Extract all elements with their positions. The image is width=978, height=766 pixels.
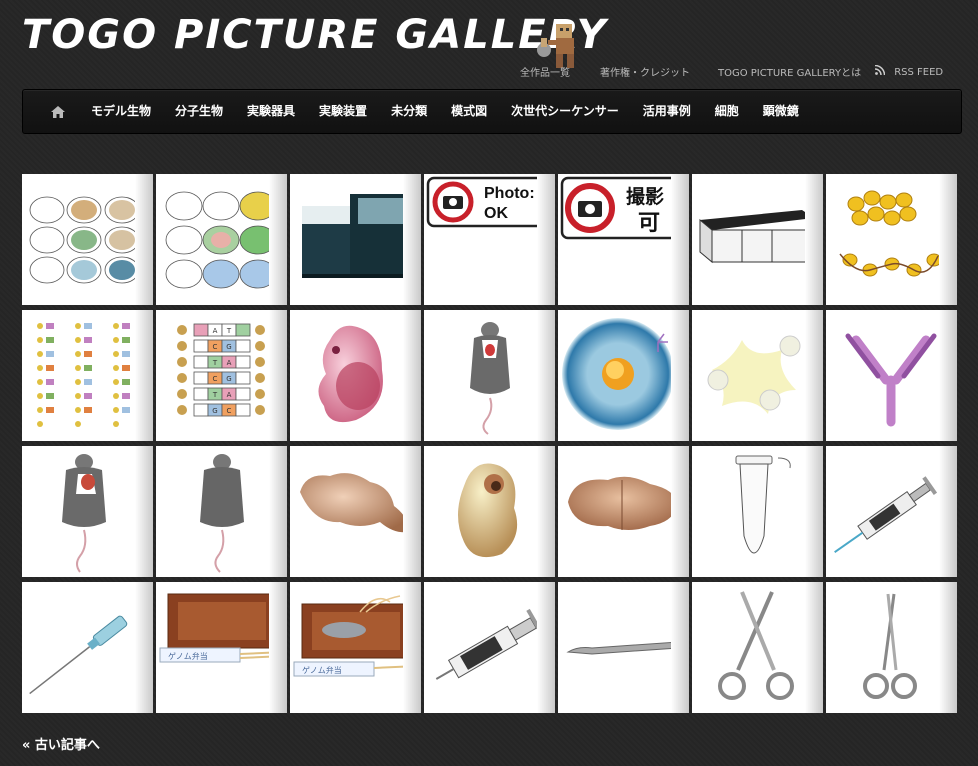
- main-nav: モデル生物 分子生物 実験器具 実験装置 未分類 模式図 次世代シーケンサー 活…: [22, 89, 962, 134]
- base-label: G: [226, 375, 231, 383]
- photo-allowed-sign-image: 撮影 可: [560, 176, 688, 240]
- link-copyright-credit[interactable]: 著作権・クレジット: [600, 64, 718, 79]
- photo-allowed-line2: 可: [638, 211, 660, 236]
- rss-feed-label: RSS FEED: [894, 66, 944, 78]
- older-posts-link[interactable]: « 古い記事へ: [22, 734, 100, 753]
- nucleosome-beads-image: [839, 190, 942, 277]
- link-rss-feed[interactable]: RSS FEED: [875, 64, 944, 78]
- sequencer-machine-image: [302, 194, 412, 278]
- thumbnail-injection-needle[interactable]: [22, 582, 153, 713]
- scissors-straight-image: [863, 593, 917, 699]
- base-label: A: [213, 327, 218, 335]
- chick-embryo-image: [458, 463, 518, 558]
- thumbnail-mouse-embryo[interactable]: [290, 310, 421, 441]
- thumbnail-antibody[interactable]: [826, 310, 957, 441]
- injection-needle-image: [29, 615, 128, 695]
- rss-icon: [875, 64, 885, 75]
- thumbnail-chick-embryo[interactable]: [424, 446, 555, 577]
- base-label: C: [213, 343, 218, 351]
- mouse-top-view-image: [200, 454, 244, 573]
- top-links: 全作品一覧 著作権・クレジット TOGO PICTURE GALLERYとは R…: [520, 64, 944, 79]
- photo-ok-line2: OK: [484, 205, 508, 222]
- nav-home[interactable]: [37, 89, 79, 134]
- photo-ok-sign-image: Photo: OK: [426, 176, 554, 228]
- nav-item-molecular-biology[interactable]: 分子生物: [163, 89, 235, 134]
- bento-box-fish-image: ゲノム弁当: [293, 595, 419, 677]
- thumbnail-brain-side-view[interactable]: [290, 446, 421, 577]
- scissors-curved-image: [718, 591, 794, 700]
- microtube-image: [735, 455, 791, 554]
- thumbnail-nucleosome-beads[interactable]: [826, 174, 957, 305]
- thumbnail-brain-sections-colored[interactable]: [156, 174, 287, 305]
- mouse-embryo-image: [318, 325, 383, 423]
- brain-side-view-image: [300, 473, 409, 533]
- lab-bench-image: [699, 210, 815, 264]
- thumbnail-bento-box-fish[interactable]: ゲノム弁当: [290, 582, 421, 713]
- base-label: A: [227, 359, 232, 367]
- oocyte-cell-image: [562, 318, 674, 430]
- dna-base-pairs-image: AT CG TA CG TA GC: [177, 323, 265, 417]
- base-label: G: [226, 343, 231, 351]
- base-label: C: [227, 407, 232, 415]
- dissected-mouse-open-image: [62, 454, 106, 573]
- brain-sections-outline-image: [29, 196, 140, 284]
- brain-top-view-image: [568, 476, 677, 530]
- base-label: T: [212, 391, 218, 399]
- home-icon: [51, 105, 65, 118]
- nav-item-use-cases[interactable]: 活用事例: [631, 89, 703, 134]
- bento-label: ゲノム弁当: [168, 651, 208, 661]
- photo-allowed-line1: 撮影: [626, 186, 664, 208]
- thumbnail-syringe-large[interactable]: [424, 582, 555, 713]
- thumbnail-dna-base-pairs[interactable]: AT CG TA CG TA GC: [156, 310, 287, 441]
- syringe-with-needle-image: [834, 476, 938, 553]
- neuron-cells-image: [707, 335, 801, 414]
- thumbnail-bento-box-empty[interactable]: ゲノム弁当: [156, 582, 287, 713]
- photo-ok-line1: Photo:: [484, 185, 535, 202]
- nav-item-lab-instruments[interactable]: 実験器具: [235, 89, 307, 134]
- bento-label: ゲノム弁当: [302, 665, 342, 675]
- nav-item-lab-equipment[interactable]: 実験装置: [307, 89, 379, 134]
- nav-item-cells[interactable]: 細胞: [703, 89, 751, 134]
- gallery-grid: Photo: OK 撮影 可 A T C G T A C G T A G C ゲ…: [22, 174, 957, 713]
- nav-item-microscope[interactable]: 顕微鏡: [751, 89, 811, 134]
- thumbnail-syringe-with-needle[interactable]: [826, 446, 957, 577]
- thumbnail-dissected-mouse[interactable]: [424, 310, 555, 441]
- dissected-mouse-image: [470, 322, 510, 435]
- thumbnail-photo-ok-sign[interactable]: Photo: OK: [424, 174, 555, 305]
- thumbnail-photo-allowed-sign[interactable]: 撮影 可: [558, 174, 689, 305]
- syringe-large-image: [435, 608, 544, 680]
- thumbnail-brain-sections-outline[interactable]: [22, 174, 153, 305]
- base-label: G: [212, 407, 217, 415]
- antibody-image: [845, 333, 937, 427]
- thumbnail-dissected-mouse-open[interactable]: [22, 446, 153, 577]
- nav-item-next-gen-sequencer[interactable]: 次世代シーケンサー: [499, 89, 631, 134]
- nav-item-schematics[interactable]: 模式図: [439, 89, 499, 134]
- dna-strands-small-image: [37, 323, 130, 427]
- nav-item-uncategorized[interactable]: 未分類: [379, 89, 439, 134]
- base-label: A: [227, 391, 232, 399]
- thumbnail-scalpel[interactable]: [558, 582, 689, 713]
- link-about[interactable]: TOGO PICTURE GALLERYとは: [718, 64, 875, 79]
- thumbnail-sequencer-machine[interactable]: [290, 174, 421, 305]
- site-title[interactable]: TOGO PICTURE GALLERY: [22, 12, 608, 58]
- scalpel-image: [566, 641, 679, 655]
- thumbnail-brain-top-view[interactable]: [558, 446, 689, 577]
- thumbnail-scissors-straight[interactable]: [826, 582, 957, 713]
- link-all-works[interactable]: 全作品一覧: [520, 64, 600, 79]
- base-label: T: [212, 359, 218, 367]
- thumbnail-dna-strands-small[interactable]: [22, 310, 153, 441]
- thumbnail-lab-bench[interactable]: [692, 174, 823, 305]
- thumbnail-microtube[interactable]: [692, 446, 823, 577]
- thumbnail-neuron-cells[interactable]: [692, 310, 823, 441]
- nav-item-model-organisms[interactable]: モデル生物: [79, 89, 163, 134]
- brain-sections-colored-image: [165, 191, 277, 289]
- thumbnail-oocyte-cell[interactable]: [558, 310, 689, 441]
- base-label: C: [213, 375, 218, 383]
- bento-box-empty-image: ゲノム弁当: [159, 593, 285, 663]
- thumbnail-scissors-curved[interactable]: [692, 582, 823, 713]
- base-label: T: [226, 327, 232, 335]
- thumbnail-mouse-top-view[interactable]: [156, 446, 287, 577]
